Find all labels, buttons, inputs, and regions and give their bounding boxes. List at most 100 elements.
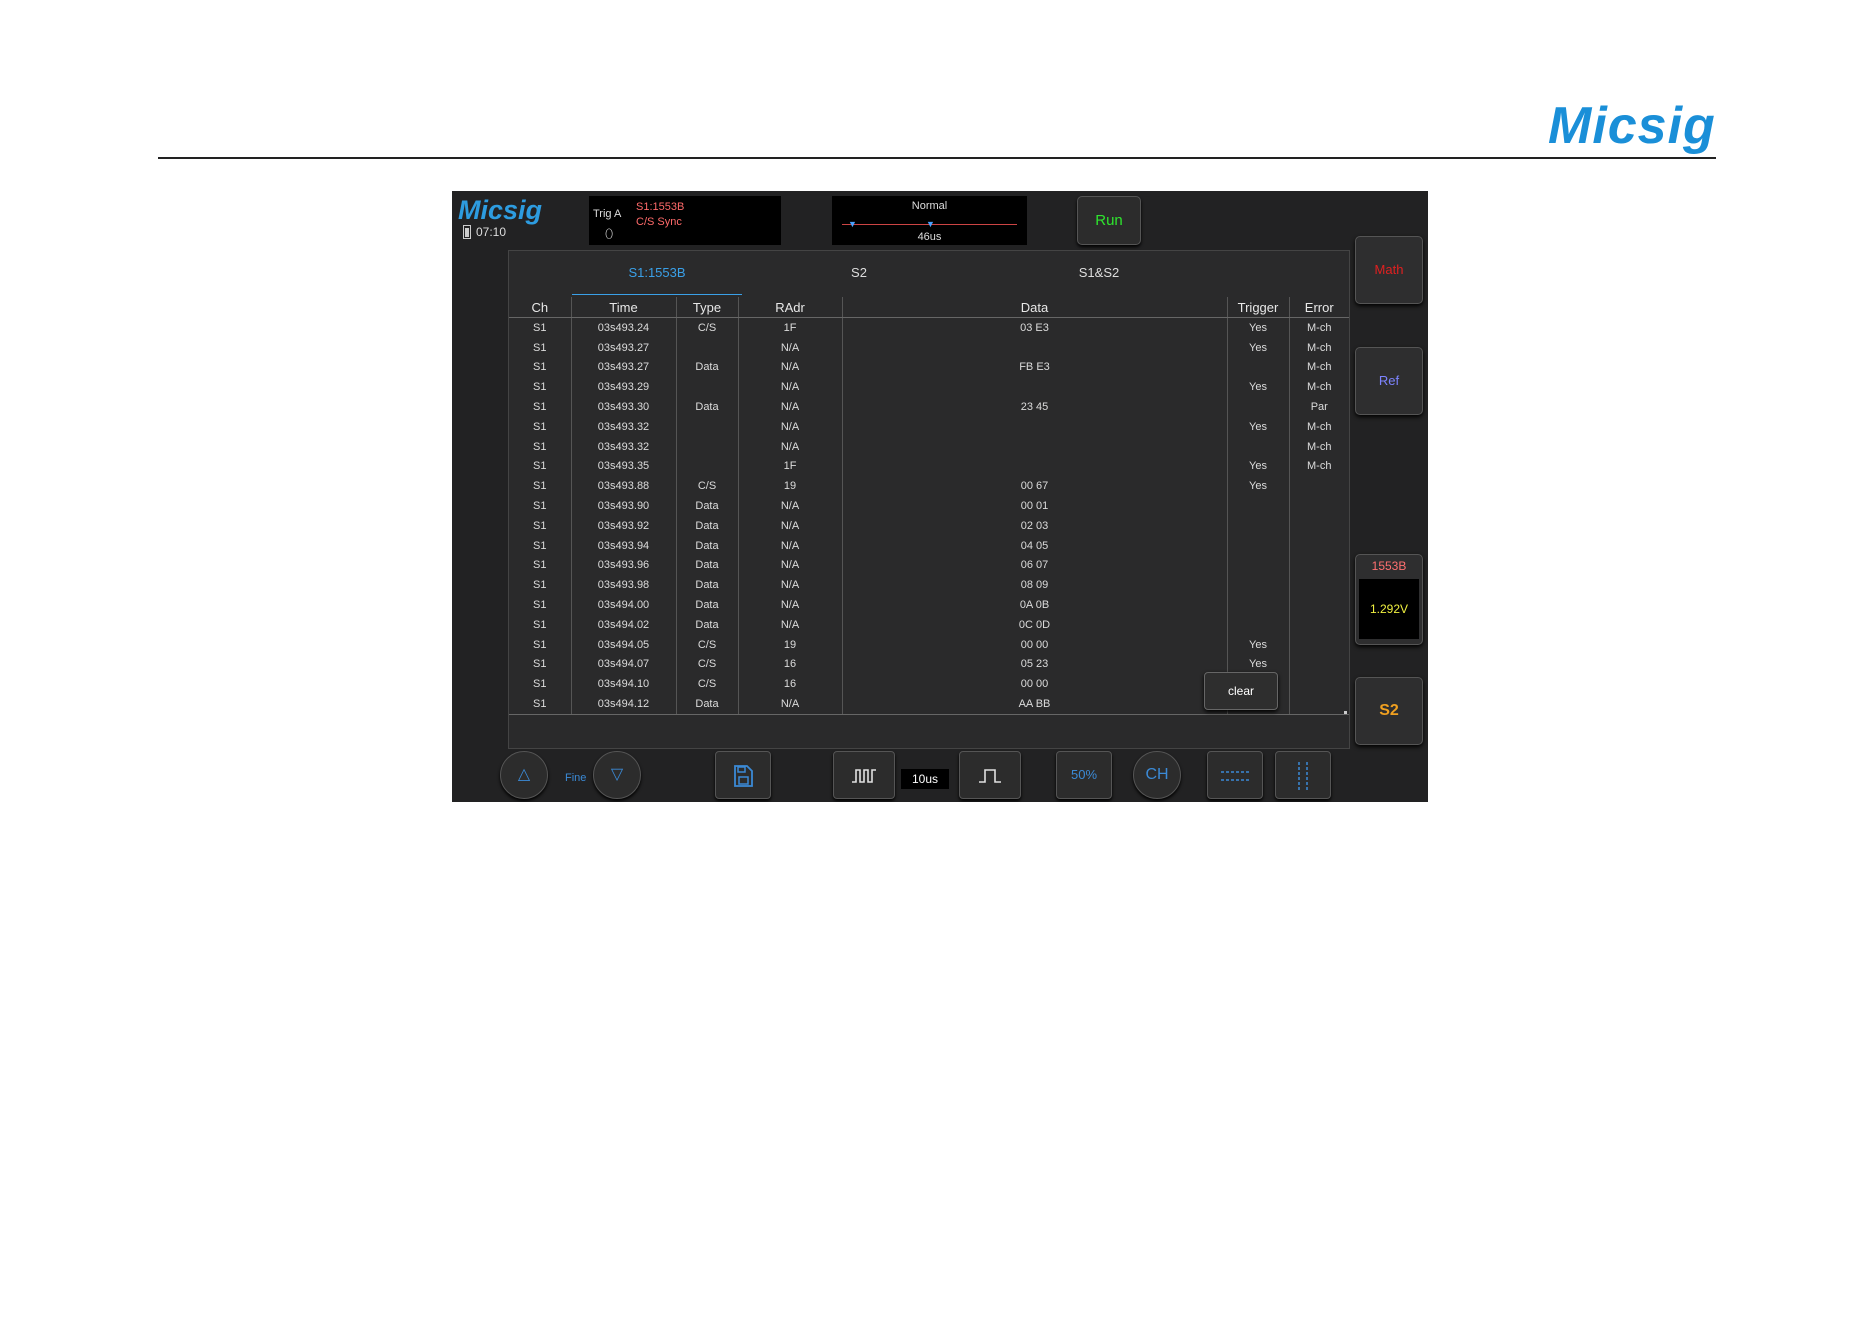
tab-s1-s2[interactable]: S1&S2 [1039,251,1159,294]
table-cell: S1 [509,476,572,497]
table-cell: 0C 0D [842,614,1228,635]
table-row[interactable]: S1 03s493.29 N/A Yes M-ch [509,377,1349,398]
table-cell: 19 [738,476,843,497]
table-cell: 03s494.10 [571,674,677,695]
timebase-increase-button[interactable] [959,751,1021,799]
down-arrow-icon: ▽ [610,766,624,783]
table-cell: N/A [738,555,843,576]
trigger-delay: 46us [917,231,942,243]
timebase-position-bar[interactable]: Normal ▼ ▼ 46us [832,196,1027,245]
table-row[interactable]: S1 03s493.96 Data N/A 06 07 [509,555,1349,576]
scroll-indicator[interactable] [1344,711,1347,714]
table-row[interactable]: S1 03s493.92 Data N/A 02 03 [509,515,1349,536]
channel-button[interactable]: CH [1133,751,1181,799]
table-cell: M-ch [1307,440,1332,453]
table-row[interactable]: S1 03s493.98 Data N/A 08 09 [509,575,1349,596]
table-cell: S1 [509,555,572,576]
table-cell [1227,397,1290,417]
table-cell: 03s494.00 [571,595,677,615]
table-row[interactable]: S1 03s494.02 Data N/A 0C 0D [509,614,1349,635]
fifty-percent-button[interactable]: 50% [1056,751,1112,799]
fine-label: Fine [565,772,587,784]
channel-card-title: 1553B [1371,559,1407,573]
table-cell: Data [676,575,739,596]
table-cell: 03s494.12 [571,694,677,714]
column-header: Trigger [1227,297,1290,318]
channel-card-1553b[interactable]: 1553B 1.292V [1355,554,1423,645]
s2-button[interactable]: S2 [1355,677,1423,745]
table-cell [1227,595,1290,615]
timebase-decrease-button[interactable] [833,751,895,799]
table-cell: 05 23 [842,654,1228,675]
table-cell: Data [676,535,739,556]
table-cell: N/A [738,614,843,635]
table-cell: S1 [509,317,572,338]
table-cell: S1 [509,694,572,714]
vertical-cursor-button[interactable] [1275,751,1331,799]
table-cell: Data [676,555,739,576]
table-cell [1289,496,1349,516]
trigger-label: Trig A [593,208,622,220]
table-cell [676,337,739,358]
table-cell: M-ch [1307,460,1332,473]
table-row[interactable]: S1 03s493.94 Data N/A 04 05 [509,535,1349,556]
table-cell [676,436,739,457]
pulse-train-icon [852,768,876,783]
table-row[interactable]: S1 03s493.30 Data N/A 23 45 Par [509,397,1349,417]
column-header: Time [571,297,677,318]
table-cell: Yes [1227,634,1290,655]
table-cell [842,337,1228,358]
table-cell: N/A [738,694,843,714]
trigger-status[interactable]: Trig A S1:1553B C/S Sync ⬯ [589,196,781,245]
save-button[interactable] [715,751,771,799]
column-header: Error [1289,297,1349,318]
clear-button[interactable]: clear [1204,672,1278,710]
vertical-cursor-icon [1298,761,1308,790]
horizontal-cursor-icon [1221,770,1249,781]
table-cell: Yes [1227,476,1290,497]
table-row[interactable]: S1 03s493.27 N/A Yes M-ch [509,337,1349,358]
table-cell: 00 00 [842,674,1228,695]
table-row[interactable]: S1 03s493.24 C/S 1F 03 E3 Yes M-ch [509,317,1349,338]
table-row[interactable]: S1 03s493.35 1F Yes M-ch [509,456,1349,477]
column-header: Data [842,297,1228,318]
table-cell [1289,674,1349,694]
table-cell: N/A [738,515,843,536]
table-cell: 03s493.98 [571,575,677,596]
trigger-marker-icon: ▼ [926,219,935,229]
table-cell: M-ch [1307,321,1332,334]
table-cell: 03s493.88 [571,476,677,497]
math-button[interactable]: Math [1355,236,1423,304]
tab-s2[interactable]: S2 [829,251,889,294]
table-row[interactable]: S1 03s493.32 N/A M-ch [509,436,1349,457]
horizontal-cursor-button[interactable] [1207,751,1263,799]
table-cell: S1 [509,535,572,556]
device-brand: Micsig [458,195,543,225]
scroll-down-button[interactable]: ▽ [593,751,641,799]
scroll-up-button[interactable]: △ [500,751,548,799]
run-stop-button[interactable]: Run [1077,196,1141,245]
table-cell: N/A [738,377,843,398]
table-cell [1289,575,1349,595]
table-cell: AA BB [842,694,1228,714]
table-cell: Yes [1227,416,1290,437]
table-cell [1227,515,1290,536]
table-cell: S1 [509,634,572,655]
table-cell [1227,436,1290,457]
table-cell [842,377,1228,398]
table-row[interactable]: S1 03s493.32 N/A Yes M-ch [509,416,1349,437]
table-row[interactable]: S1 03s493.88 C/S 19 00 67 Yes [509,476,1349,497]
clock: 07:10 [476,225,507,239]
table-row[interactable]: S1 03s494.00 Data N/A 0A 0B [509,595,1349,615]
tab-s1[interactable]: S1:1553B [572,251,742,294]
table-cell: S1 [509,357,572,378]
table-row[interactable]: S1 03s493.90 Data N/A 00 01 [509,496,1349,516]
table-cell: 03s493.32 [571,436,677,457]
ref-button[interactable]: Ref [1355,347,1423,415]
table-row[interactable]: S1 03s493.27 Data N/A FB E3 M-ch [509,357,1349,378]
table-cell: N/A [738,595,843,615]
table-row[interactable]: S1 03s494.05 C/S 19 00 00 Yes [509,634,1349,655]
table-cell: S1 [509,515,572,536]
table-cell [1289,516,1349,536]
table-cell: 03s493.32 [571,416,677,437]
